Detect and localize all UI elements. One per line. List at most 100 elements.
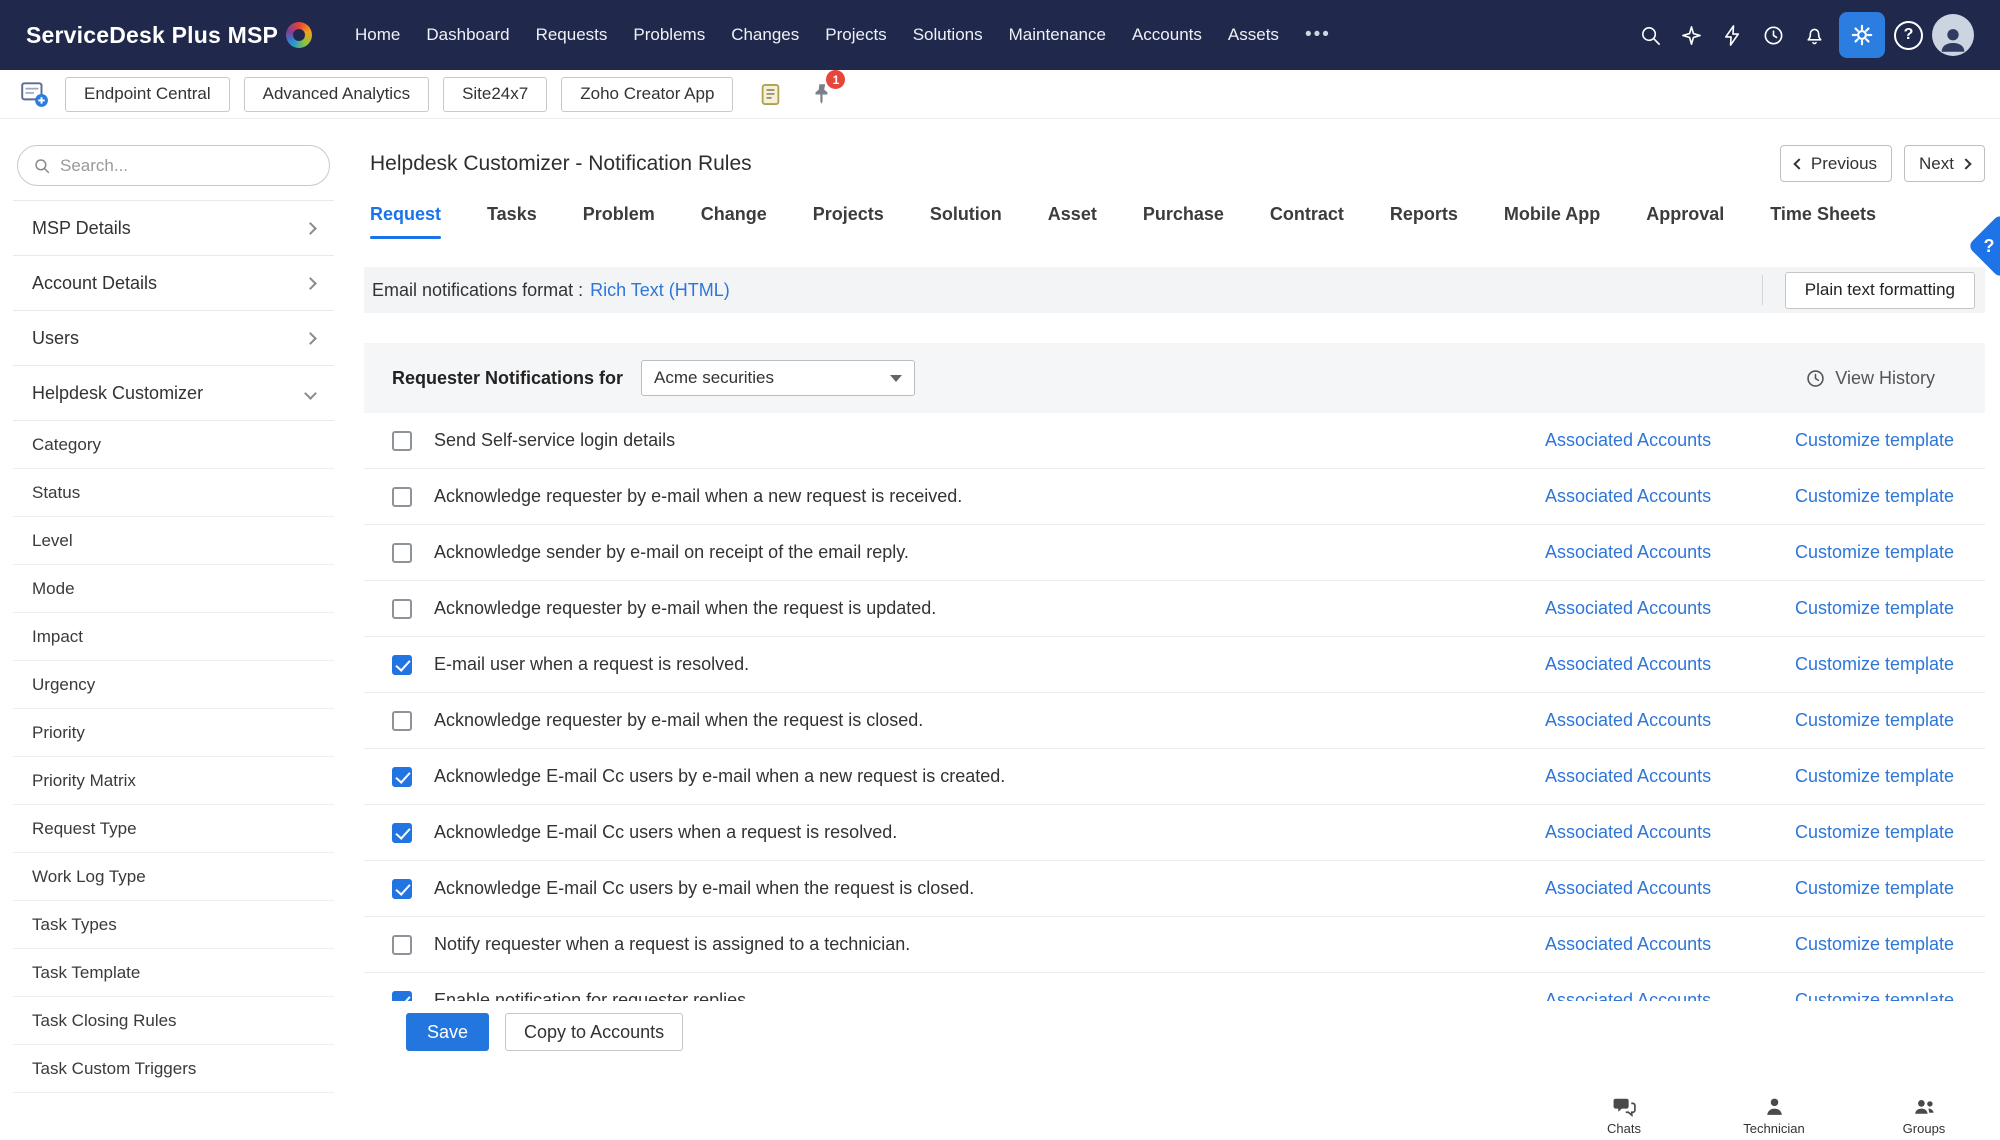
tab[interactable]: Projects xyxy=(813,204,884,239)
customize-template-link[interactable]: Customize template xyxy=(1795,654,1956,675)
tab[interactable]: Request xyxy=(370,204,442,239)
rule-checkbox[interactable] xyxy=(392,710,412,731)
shortcut-button[interactable]: Zoho Creator App xyxy=(561,76,734,112)
nav-item[interactable]: Home xyxy=(342,0,413,70)
tab[interactable]: Change xyxy=(701,204,767,239)
rule-checkbox[interactable] xyxy=(392,766,412,787)
associated-accounts-link[interactable]: Associated Accounts xyxy=(1545,934,1715,955)
customize-template-link[interactable]: Customize template xyxy=(1795,486,1956,507)
tab[interactable]: Solution xyxy=(930,204,1002,239)
nav-item[interactable]: Assets xyxy=(1215,0,1292,70)
associated-accounts-link[interactable]: Associated Accounts xyxy=(1545,542,1715,563)
sidebar-item[interactable]: Mode xyxy=(13,565,334,613)
shortcut-button[interactable]: Site24x7 xyxy=(443,76,548,112)
sidebar-group[interactable]: MSP Details xyxy=(13,201,334,256)
shortcut-button[interactable]: Endpoint Central xyxy=(65,76,230,112)
sidebar-item[interactable]: Priority Matrix xyxy=(13,757,334,805)
tab[interactable]: Mobile App xyxy=(1504,204,1600,239)
rule-checkbox[interactable] xyxy=(392,878,412,899)
customize-template-link[interactable]: Customize template xyxy=(1795,766,1956,787)
nav-item[interactable]: Maintenance xyxy=(996,0,1119,70)
associated-accounts-link[interactable]: Associated Accounts xyxy=(1545,710,1715,731)
associated-accounts-link[interactable]: Associated Accounts xyxy=(1545,766,1715,787)
tab[interactable]: Time Sheets xyxy=(1770,204,1876,239)
sidebar-group[interactable]: Helpdesk Customizer xyxy=(13,366,334,421)
search-icon[interactable] xyxy=(1634,19,1666,51)
associated-accounts-link[interactable]: Associated Accounts xyxy=(1545,654,1715,675)
sidebar-search[interactable] xyxy=(17,145,330,186)
sidebar-item[interactable]: Task Types xyxy=(13,901,334,949)
account-dropdown[interactable]: Acme securities xyxy=(641,360,916,396)
nav-more-button[interactable]: ••• xyxy=(1292,0,1344,70)
associated-accounts-link[interactable]: Associated Accounts xyxy=(1545,822,1715,843)
plain-text-formatting-button[interactable]: Plain text formatting xyxy=(1784,271,1975,309)
tab[interactable]: Tasks xyxy=(487,204,537,239)
customize-template-link[interactable]: Customize template xyxy=(1795,710,1956,731)
customize-template-link[interactable]: Customize template xyxy=(1795,878,1956,899)
sidebar-group[interactable]: Account Details xyxy=(13,256,334,311)
shortcut-button[interactable]: Advanced Analytics xyxy=(243,76,430,112)
save-button[interactable]: Save xyxy=(406,1013,490,1051)
sidebar-item[interactable]: Impact xyxy=(13,613,334,661)
app-logo[interactable]: ServiceDesk Plus MSP xyxy=(26,22,313,49)
sparkle-icon[interactable] xyxy=(1675,19,1707,51)
associated-accounts-link[interactable]: Associated Accounts xyxy=(1545,598,1715,619)
groups-button[interactable]: Groups xyxy=(1878,1094,1970,1136)
nav-item[interactable]: Dashboard xyxy=(413,0,522,70)
lightning-icon[interactable] xyxy=(1716,19,1748,51)
rule-checkbox[interactable] xyxy=(392,822,412,843)
sidebar-group[interactable]: Users xyxy=(13,311,334,366)
customize-template-link[interactable]: Customize template xyxy=(1795,990,1956,1001)
sidebar-item[interactable]: Task Custom Triggers xyxy=(13,1045,334,1093)
history-icon[interactable] xyxy=(1757,19,1789,51)
next-button[interactable]: Next xyxy=(1904,145,1985,182)
nav-item[interactable]: Projects xyxy=(812,0,899,70)
rule-checkbox[interactable] xyxy=(392,486,412,507)
sidebar-item[interactable]: Status xyxy=(13,469,334,517)
rule-checkbox[interactable] xyxy=(392,990,412,1001)
technician-button[interactable]: Technician xyxy=(1728,1094,1820,1136)
customize-template-link[interactable]: Customize template xyxy=(1795,542,1956,563)
tab[interactable]: Approval xyxy=(1646,204,1724,239)
sidebar-item[interactable]: Request Type xyxy=(13,805,334,853)
rich-text-link[interactable]: Rich Text (HTML) xyxy=(590,280,730,301)
previous-button[interactable]: Previous xyxy=(1779,145,1893,182)
associated-accounts-link[interactable]: Associated Accounts xyxy=(1545,878,1715,899)
view-history-button[interactable]: View History xyxy=(1805,368,1935,389)
sidebar-item[interactable]: Urgency xyxy=(13,661,334,709)
tab[interactable]: Contract xyxy=(1270,204,1344,239)
sidebar-item[interactable]: Priority xyxy=(13,709,334,757)
bell-icon[interactable] xyxy=(1798,19,1830,51)
copy-to-accounts-button[interactable]: Copy to Accounts xyxy=(505,1013,684,1051)
associated-accounts-link[interactable]: Associated Accounts xyxy=(1545,486,1715,507)
sidebar-item[interactable]: Work Log Type xyxy=(13,853,334,901)
nav-item[interactable]: Problems xyxy=(620,0,718,70)
add-shortcut-icon[interactable] xyxy=(17,77,51,111)
tab[interactable]: Reports xyxy=(1390,204,1458,239)
sidebar-item[interactable]: Category xyxy=(13,421,334,469)
sidebar-item[interactable]: Task Template xyxy=(13,949,334,997)
tab[interactable]: Asset xyxy=(1048,204,1097,239)
nav-item[interactable]: Solutions xyxy=(900,0,996,70)
nav-item[interactable]: Accounts xyxy=(1119,0,1215,70)
settings-gear-button[interactable] xyxy=(1839,12,1885,58)
rule-checkbox[interactable] xyxy=(392,934,412,955)
customize-template-link[interactable]: Customize template xyxy=(1795,822,1956,843)
sidebar-item[interactable]: Level xyxy=(13,517,334,565)
tab[interactable]: Problem xyxy=(583,204,655,239)
nav-item[interactable]: Changes xyxy=(718,0,812,70)
notes-icon[interactable] xyxy=(755,79,785,109)
rule-checkbox[interactable] xyxy=(392,430,412,451)
chats-button[interactable]: Chats xyxy=(1578,1094,1670,1136)
customize-template-link[interactable]: Customize template xyxy=(1795,598,1956,619)
sidebar-item[interactable]: Task Closing Rules xyxy=(13,997,334,1045)
help-icon[interactable]: ? xyxy=(1894,20,1923,50)
tab[interactable]: Purchase xyxy=(1143,204,1224,239)
pin-icon[interactable]: 1 xyxy=(805,70,846,111)
associated-accounts-link[interactable]: Associated Accounts xyxy=(1545,990,1715,1001)
associated-accounts-link[interactable]: Associated Accounts xyxy=(1545,430,1715,451)
nav-item[interactable]: Requests xyxy=(523,0,621,70)
customize-template-link[interactable]: Customize template xyxy=(1795,934,1956,955)
user-avatar[interactable] xyxy=(1932,14,1974,56)
rule-checkbox[interactable] xyxy=(392,654,412,675)
